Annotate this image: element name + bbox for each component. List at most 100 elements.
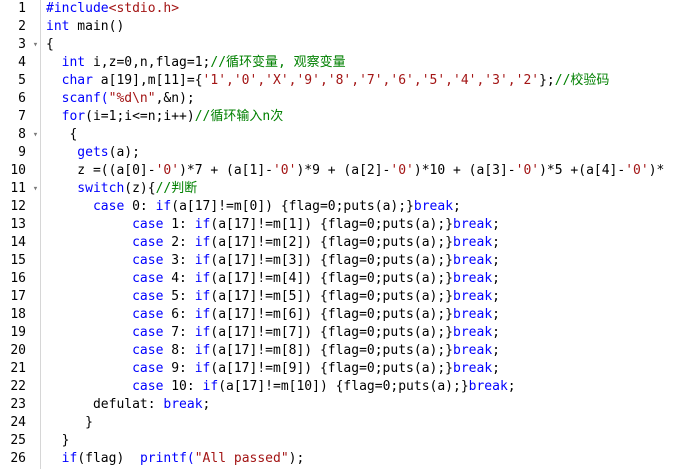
code-token: break xyxy=(453,325,493,340)
line-number: 9 xyxy=(18,145,26,160)
code-line[interactable]: 9 gets(a); xyxy=(0,144,681,162)
code-area[interactable]: 1 #include<stdio.h> 2 int main() 3 ▾ {4 int i,… xyxy=(0,0,681,469)
code-line[interactable]: 26 if(flag) printf("All passed"); xyxy=(0,450,681,468)
code-token: }; xyxy=(539,73,555,88)
code-token: 9: xyxy=(163,361,195,376)
code-line[interactable]: 8 ▾ { xyxy=(0,126,681,144)
code-token: '0' xyxy=(272,163,297,178)
code-token: if xyxy=(194,235,211,250)
line-number: 8 xyxy=(18,127,26,142)
code-token: (z){ xyxy=(124,181,156,196)
code-token: if xyxy=(194,271,211,286)
code-token: (a[17]!=m[0]) {flag=0;puts(a);} xyxy=(171,199,414,214)
code-token: case xyxy=(46,361,164,376)
code-text: switch(z){//判断 xyxy=(46,180,197,198)
code-line[interactable]: 16 case 4: if(a[17]!=m[4]) {flag=0;puts(… xyxy=(0,270,681,288)
code-token: )*9 + (a[2]- xyxy=(296,163,391,178)
code-text: int main() xyxy=(46,18,124,36)
code-token: ; xyxy=(492,289,500,304)
code-line[interactable]: 20 case 8: if(a[17]!=m[8]) {flag=0;puts(… xyxy=(0,342,681,360)
code-line[interactable]: 15 case 3: if(a[17]!=m[3]) {flag=0;puts(… xyxy=(0,252,681,270)
code-text: case 8: if(a[17]!=m[8]) {flag=0;puts(a);… xyxy=(46,342,500,360)
code-token: case xyxy=(46,325,164,340)
code-token: break xyxy=(163,397,203,412)
code-token: (a[17]!=m[9]) {flag=0;puts(a);} xyxy=(210,361,454,376)
code-line[interactable]: 4 int i,z=0,n,flag=1;//循环变量, 观察变量 xyxy=(0,54,681,72)
code-line[interactable]: 19 case 7: if(a[17]!=m[7]) {flag=0;puts(… xyxy=(0,324,681,342)
code-token: ; xyxy=(453,199,461,214)
code-text: case 6: if(a[17]!=m[6]) {flag=0;puts(a);… xyxy=(46,306,500,324)
code-token: z =((a[0]- xyxy=(46,163,156,178)
code-token: i,z=0,n,flag=1; xyxy=(85,55,211,70)
code-line[interactable]: 10 z =((a[0]-'0')*7 + (a[1]-'0')*9 + (a[… xyxy=(0,162,681,180)
code-token: main() xyxy=(69,19,125,34)
code-token: '1','0','X','9','8','7','6','5','4','3',… xyxy=(202,73,540,88)
code-text: if(flag) printf("All passed"); xyxy=(46,450,305,468)
line-number: 2 xyxy=(18,19,26,34)
code-text: } xyxy=(46,414,93,432)
code-text: scanf("%d\n",&n); xyxy=(46,90,195,108)
code-text: case 2: if(a[17]!=m[2]) {flag=0;puts(a);… xyxy=(46,234,500,252)
code-line[interactable]: 14 case 2: if(a[17]!=m[2]) {flag=0;puts(… xyxy=(0,234,681,252)
code-token: 7: xyxy=(163,325,195,340)
code-token: 8: xyxy=(163,343,195,358)
code-token: int xyxy=(46,55,86,70)
line-number: 23 xyxy=(10,397,26,412)
code-token: //判断 xyxy=(155,181,198,196)
code-token: )* xyxy=(648,163,665,178)
code-text: { xyxy=(46,126,77,144)
code-editor[interactable]: 1 #include<stdio.h> 2 int main() 3 ▾ {4 int i,… xyxy=(0,0,681,469)
code-token: (a[17]!=m[7]) {flag=0;puts(a);} xyxy=(210,325,454,340)
code-line[interactable]: 11 ▾ switch(z){//判断 xyxy=(0,180,681,198)
code-line[interactable]: 18 case 6: if(a[17]!=m[6]) {flag=0;puts(… xyxy=(0,306,681,324)
code-line[interactable]: 23 defulat: break; xyxy=(0,396,681,414)
code-token: case xyxy=(46,343,164,358)
code-token: case xyxy=(46,307,164,322)
code-token: 6: xyxy=(163,307,195,322)
code-token: #include xyxy=(46,1,109,16)
code-line[interactable]: 25 } xyxy=(0,432,681,450)
code-token: )*7 + (a[1]- xyxy=(179,163,273,178)
code-token: 0: xyxy=(124,199,156,214)
code-text: case 7: if(a[17]!=m[7]) {flag=0;puts(a);… xyxy=(46,324,500,342)
code-line[interactable]: 13 case 1: if(a[17]!=m[1]) {flag=0;puts(… xyxy=(0,216,681,234)
code-token: case xyxy=(46,379,164,394)
code-line[interactable]: 5 char a[19],m[11]={'1','0','X','9','8',… xyxy=(0,72,681,90)
code-token: case xyxy=(46,199,125,214)
code-line[interactable]: 3 ▾ { xyxy=(0,36,681,54)
code-line[interactable]: 21 case 9: if(a[17]!=m[9]) {flag=0;puts(… xyxy=(0,360,681,378)
code-token: (a); xyxy=(108,145,140,160)
code-token: (a[17]!=m[4]) {flag=0;puts(a);} xyxy=(210,271,454,286)
code-text: case 4: if(a[17]!=m[4]) {flag=0;puts(a);… xyxy=(46,270,500,288)
code-token: break xyxy=(413,199,454,214)
code-line[interactable]: 1 #include<stdio.h> xyxy=(0,0,681,18)
code-token: { xyxy=(46,127,78,142)
line-number: 17 xyxy=(10,289,26,304)
code-line[interactable]: 7 for(i=1;i<=n;i++)//循环输入n次 xyxy=(0,108,681,126)
line-number: 24 xyxy=(10,415,26,430)
line-number: 19 xyxy=(10,325,26,340)
code-token: (a[17]!=m[10]) {flag=0;puts(a);} xyxy=(218,379,469,394)
code-token: break xyxy=(468,379,508,394)
fold-toggle-icon[interactable]: ▾ xyxy=(31,126,40,144)
code-line[interactable]: 6 scanf("%d\n",&n); xyxy=(0,90,681,108)
line-number: 20 xyxy=(10,343,26,358)
code-line[interactable]: 17 case 5: if(a[17]!=m[5]) {flag=0;puts(… xyxy=(0,288,681,306)
line-number: 11 xyxy=(10,181,26,196)
code-token: //循环输入n次 xyxy=(194,109,284,124)
code-line[interactable]: 22 case 10: if(a[17]!=m[10]) {flag=0;put… xyxy=(0,378,681,396)
code-token: ); xyxy=(288,451,305,466)
code-text: case 9: if(a[17]!=m[9]) {flag=0;puts(a);… xyxy=(46,360,500,378)
code-token: (a[17]!=m[3]) {flag=0;puts(a);} xyxy=(210,253,454,268)
line-number: 21 xyxy=(10,361,26,376)
code-line[interactable]: 12 case 0: if(a[17]!=m[0]) {flag=0;puts(… xyxy=(0,198,681,216)
code-token: ; xyxy=(492,361,500,376)
code-line[interactable]: 2 int main() xyxy=(0,18,681,36)
code-line[interactable]: 24 } xyxy=(0,414,681,432)
fold-toggle-icon[interactable]: ▾ xyxy=(31,36,40,54)
code-token: break xyxy=(453,307,493,322)
code-token: (i=1;i<=n;i++) xyxy=(85,109,195,124)
code-text: { xyxy=(46,36,54,54)
code-token: //校验码 xyxy=(554,73,610,88)
fold-toggle-icon[interactable]: ▾ xyxy=(31,180,40,198)
